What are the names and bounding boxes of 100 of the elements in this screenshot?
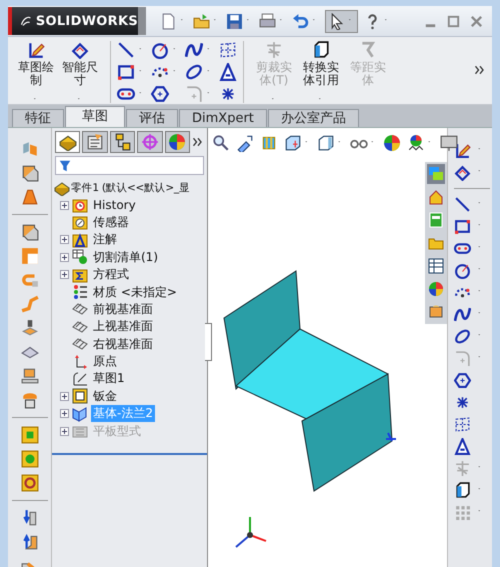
sketch-icon[interactable]	[27, 41, 45, 59]
line-icon[interactable]	[454, 196, 471, 213]
ellipse-icon[interactable]	[454, 328, 471, 345]
save-icon[interactable]	[226, 12, 243, 30]
corner-icon[interactable]	[20, 247, 38, 265]
cone-icon[interactable]	[20, 188, 38, 206]
ribbon-button[interactable]: 转换实体引用	[296, 41, 346, 103]
panel-tab[interactable]	[55, 131, 80, 153]
view-cube-icon[interactable]	[284, 134, 302, 152]
tab[interactable]: 办公室产品	[268, 109, 359, 127]
new-document-icon[interactable]	[160, 12, 177, 30]
tree-item[interactable]: 注解	[91, 231, 119, 248]
bend-icon[interactable]	[20, 509, 38, 527]
ellipse-icon[interactable]	[185, 63, 203, 81]
tree-item[interactable]: 前视基准面	[91, 300, 155, 318]
tree-item[interactable]: 传感器	[91, 214, 131, 231]
lamp-icon[interactable]	[20, 319, 38, 337]
rectangle-icon[interactable]	[117, 63, 135, 81]
zoom-icon[interactable]	[212, 134, 230, 152]
sigma-folder-icon	[72, 266, 88, 283]
cube-icon[interactable]	[20, 223, 38, 241]
circle-icon[interactable]	[151, 41, 169, 59]
section-view-icon[interactable]	[260, 134, 278, 152]
tree-item[interactable]: 上视基准面	[91, 318, 155, 336]
color-ball-icon[interactable]	[428, 281, 444, 297]
sketch-icon	[72, 370, 88, 387]
rectangle-icon[interactable]	[454, 218, 471, 235]
tab[interactable]: 特征	[12, 109, 64, 127]
chevron-icon[interactable]	[192, 135, 204, 149]
bend-icon[interactable]	[20, 533, 38, 551]
gear-icon[interactable]	[20, 474, 38, 492]
text-icon[interactable]	[454, 438, 471, 455]
laptop-icon[interactable]	[20, 367, 38, 385]
polygon-icon[interactable]	[151, 85, 169, 103]
sheet-icon	[72, 388, 88, 404]
expand-icon[interactable]	[60, 252, 69, 262]
material-icon	[72, 284, 88, 300]
tree-item[interactable]: 右视基准面	[91, 336, 155, 353]
text-icon[interactable]	[219, 63, 237, 81]
expand-icon[interactable]	[60, 200, 69, 210]
sketch-icon[interactable]	[454, 142, 471, 159]
cube-icon[interactable]	[312, 41, 330, 59]
panel-tab[interactable]	[164, 131, 190, 153]
panel-tab[interactable]	[110, 131, 136, 153]
ribbon-button[interactable]: 智能尺寸	[58, 41, 102, 103]
tree-item[interactable]: History	[91, 198, 138, 212]
cube-icon[interactable]	[20, 164, 38, 182]
cube-icon[interactable]	[454, 482, 471, 499]
square-icon[interactable]	[20, 426, 38, 444]
tree-item[interactable]: 材质 <未指定>	[91, 284, 179, 301]
tree-item[interactable]: 方程式	[91, 266, 131, 284]
spline-icon[interactable]	[454, 306, 471, 323]
dimension-icon[interactable]	[71, 41, 89, 59]
letter-folder-icon	[72, 232, 88, 248]
close-icon[interactable]	[469, 14, 484, 28]
monitor-icon[interactable]	[440, 134, 458, 152]
color-ball-icon	[168, 133, 186, 151]
printer-icon[interactable]	[259, 12, 276, 30]
color-ball-icon[interactable]	[383, 134, 401, 152]
display-cube-icon[interactable]	[317, 134, 335, 152]
tab[interactable]: DimXpert	[179, 109, 267, 127]
point-icon[interactable]	[454, 394, 471, 411]
home-icon[interactable]	[428, 189, 444, 205]
phone-icon[interactable]	[20, 391, 38, 409]
tree-item[interactable]: 钣金	[91, 388, 119, 405]
slot-icon[interactable]	[454, 240, 471, 257]
undo-icon[interactable]	[292, 12, 309, 30]
toolbar-handle[interactable]	[138, 7, 146, 35]
filter-field[interactable]	[55, 156, 204, 175]
tree-item[interactable]: 原点	[91, 353, 119, 370]
tab[interactable]: 草图	[65, 106, 125, 127]
maximize-icon[interactable]	[446, 14, 461, 28]
panel-tab[interactable]	[82, 131, 108, 153]
line-icon[interactable]	[117, 41, 135, 59]
circle-icon[interactable]	[454, 262, 471, 279]
zoom-select-icon[interactable]	[236, 134, 254, 152]
palette-icon[interactable]	[428, 304, 444, 320]
expand-icon[interactable]	[60, 270, 69, 280]
expand-icon[interactable]	[60, 235, 69, 244]
splitter-handle[interactable]	[205, 323, 212, 361]
table-icon[interactable]	[428, 258, 444, 274]
open-folder-icon[interactable]	[193, 12, 210, 30]
library-icon[interactable]	[428, 212, 444, 228]
polygon-icon[interactable]	[454, 372, 471, 389]
tree-item[interactable]: 草图1	[91, 370, 127, 388]
tree-item[interactable]: 切割清单(1)	[91, 248, 160, 266]
dashed-grid-icon[interactable]	[454, 416, 471, 433]
chevron-icon[interactable]	[474, 63, 486, 77]
expand-icon[interactable]	[60, 392, 69, 401]
dashed-grid-icon[interactable]	[219, 41, 237, 59]
plane-icon	[72, 318, 88, 335]
scene-icon[interactable]	[407, 134, 425, 152]
tab[interactable]: 评估	[126, 109, 178, 127]
dimension-icon[interactable]	[454, 164, 471, 181]
expand-icon[interactable]	[60, 409, 69, 418]
spline-icon[interactable]	[185, 41, 203, 59]
tree-item[interactable]: 零件1 (默认<<默认>_显	[71, 180, 190, 195]
filter-icon[interactable]	[58, 158, 72, 172]
properties-icon	[86, 133, 104, 151]
ribbon-button[interactable]: 草图绘制	[14, 41, 58, 103]
